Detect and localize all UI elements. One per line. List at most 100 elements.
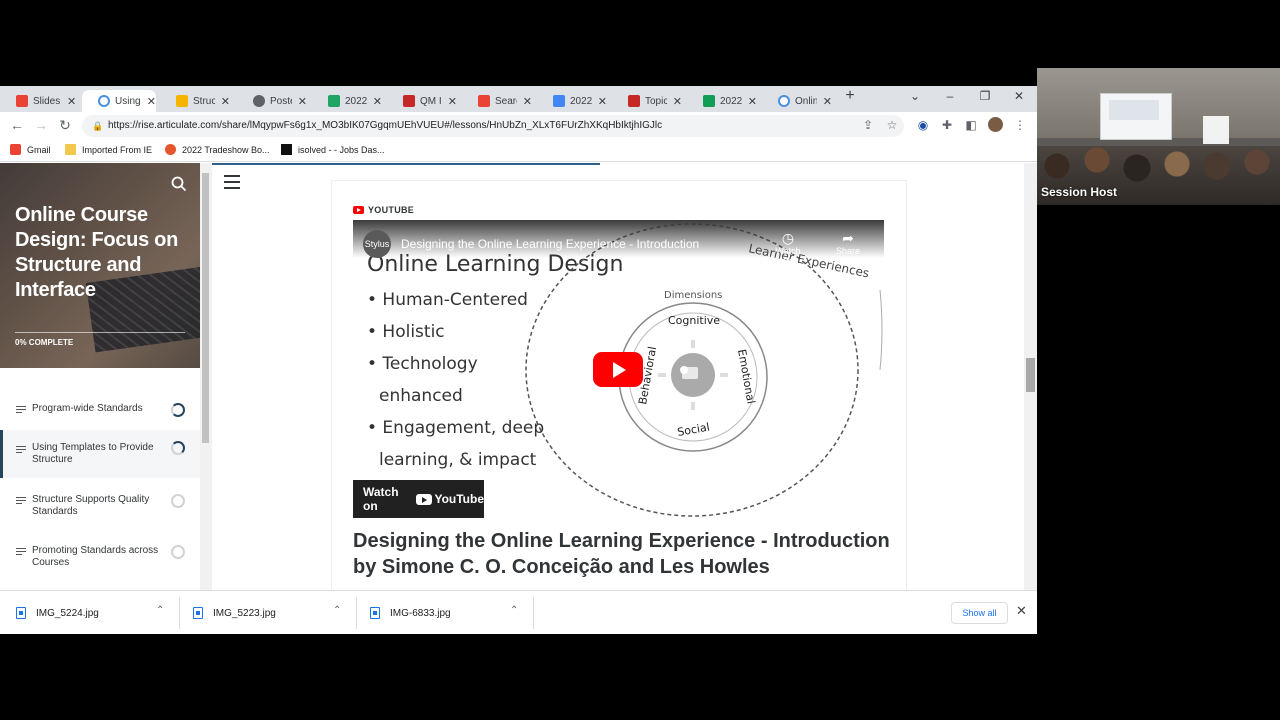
download-item[interactable]: IMG-6833.jpg ⌃ — [370, 591, 530, 634]
course-hero: Online Course Design: Focus on Structure… — [0, 163, 200, 368]
bookmark-star-icon[interactable]: ☆ — [884, 118, 900, 132]
close-tab-icon[interactable]: ✕ — [373, 95, 382, 108]
tab-search[interactable]: Search✕ — [462, 90, 532, 112]
download-item[interactable]: IMG_5223.jpg ⌃ — [193, 591, 353, 634]
close-window-icon[interactable]: ✕ — [1009, 89, 1029, 103]
lesson-list-icon — [16, 406, 26, 415]
extensions-puzzle-icon[interactable]: ✚ — [939, 118, 955, 132]
course-progress-text: 0% COMPLETE — [15, 338, 74, 347]
watch-later-button[interactable]: ◷ Watch later — [768, 230, 808, 266]
tab-structu[interactable]: Structu✕ — [160, 90, 230, 112]
bookmark-gmail[interactable]: Gmail — [10, 144, 51, 155]
chevron-up-icon[interactable]: ⌃ — [333, 605, 341, 616]
lesson-progress-ring-icon — [171, 545, 185, 559]
clock-icon: ◷ — [781, 230, 795, 246]
tab-slides[interactable]: Slides ✕ — [0, 90, 77, 112]
video-title[interactable]: Designing the Online Learning Experience… — [401, 237, 699, 251]
profile-avatar[interactable] — [987, 117, 1003, 135]
sheets-icon — [703, 95, 715, 107]
menu-kebab-icon[interactable]: ⋮ — [1012, 118, 1028, 132]
tab-topics[interactable]: Topics✕ — [612, 90, 682, 112]
browser-toolbar: ← → ↻ 🔒 https://rise.articulate.com/shar… — [0, 112, 1037, 140]
menu-hamburger-icon[interactable] — [224, 175, 240, 193]
lesson-progress-ring-icon — [171, 403, 185, 417]
slides-icon — [176, 95, 188, 107]
bookmark-imported-from-ie[interactable]: Imported From IE — [65, 144, 152, 155]
diagram-dimensions-label: Dimensions — [664, 290, 722, 301]
tab-2022-c[interactable]: 2022 C✕ — [312, 90, 382, 112]
gmail-icon — [10, 144, 21, 155]
lesson-program-wide-standards[interactable]: Program-wide Standards — [0, 403, 200, 421]
forward-icon[interactable]: → — [32, 117, 50, 133]
image-file-icon — [370, 607, 380, 619]
bookmarks-bar: Gmail Imported From IE 2022 Tradeshow Bo… — [0, 140, 1037, 162]
tab-2022-c-sheet[interactable]: 2022 C✕ — [687, 90, 757, 112]
search-icon[interactable] — [170, 175, 188, 193]
lesson-using-templates[interactable]: Using Templates to Provide Structure — [0, 430, 200, 478]
lesson-progress-bar — [212, 163, 600, 165]
tab-strip: Slides✕ Using✕ Structu✕ Poster✕ 2022 C✕ … — [0, 86, 1037, 112]
tab-poster[interactable]: Poster✕ — [237, 90, 307, 112]
lesson-progress-ring-icon — [171, 441, 185, 455]
close-tab-icon[interactable]: ✕ — [748, 95, 757, 108]
close-tab-icon[interactable]: ✕ — [823, 95, 832, 108]
docs-icon — [553, 95, 565, 107]
course-sidebar: Online Course Design: Focus on Structure… — [0, 163, 200, 590]
lesson-list-icon — [16, 497, 26, 506]
side-panel-icon[interactable]: ◧ — [963, 118, 979, 132]
whiteboard — [1203, 116, 1229, 144]
close-tab-icon[interactable]: ✕ — [67, 95, 76, 108]
course-title: Online Course Design: Focus on Structure… — [15, 204, 178, 301]
restore-icon[interactable]: ❐ — [975, 89, 995, 103]
tab-online[interactable]: Online✕ — [762, 90, 832, 112]
back-icon[interactable]: ← — [8, 117, 26, 133]
gmail-icon — [478, 95, 490, 107]
folder-icon — [65, 144, 76, 155]
sidebar-scrollbar-thumb[interactable] — [202, 173, 209, 443]
bookmark-isolved[interactable]: isolved - - Jobs Das... — [281, 144, 385, 155]
video-embed[interactable]: Online Learning Design • Human-Centered … — [353, 220, 884, 518]
tab-2022-a[interactable]: 2022 A✕ — [537, 90, 607, 112]
show-all-downloads-button[interactable]: Show all — [951, 602, 1008, 624]
watch-on-youtube-button[interactable]: Watch on YouTube — [353, 480, 484, 518]
tab-search-chevron-icon[interactable]: ⌄ — [905, 89, 925, 103]
close-tab-icon[interactable]: ✕ — [523, 95, 532, 108]
lesson-promoting-standards[interactable]: Promoting Standards across Courses — [0, 545, 200, 571]
bookmark-tradeshow[interactable]: 2022 Tradeshow Bo... — [165, 144, 270, 155]
address-bar[interactable]: 🔒 https://rise.articulate.com/share/lMqy… — [82, 115, 904, 137]
reload-icon[interactable]: ↻ — [56, 117, 74, 134]
close-tab-icon[interactable]: ✕ — [221, 95, 230, 108]
chevron-up-icon[interactable]: ⌃ — [156, 605, 164, 616]
minimize-icon[interactable]: – — [940, 89, 960, 103]
url-text: https://rise.articulate.com/share/lMqypw… — [108, 120, 663, 131]
download-item[interactable]: IMG_5224.jpg ⌃ — [16, 591, 176, 634]
close-tab-icon[interactable]: ✕ — [598, 95, 607, 108]
projector-screen — [1100, 93, 1172, 140]
extension-circle-icon[interactable]: ◉ — [915, 118, 931, 132]
close-icon[interactable]: ✕ — [1016, 603, 1027, 619]
page-scrollbar-thumb[interactable] — [1026, 358, 1035, 392]
lesson-progress-ring-icon — [171, 494, 185, 508]
lesson-structure-supports[interactable]: Structure Supports Quality Standards — [0, 494, 200, 520]
video-caption: Designing the Online Learning Experience… — [353, 530, 890, 578]
play-icon[interactable] — [593, 352, 643, 387]
globe-icon — [253, 95, 265, 107]
webcam-label: Session Host — [1041, 185, 1118, 199]
new-tab-button[interactable]: + — [840, 87, 860, 105]
qm-icon — [628, 95, 640, 107]
lesson-list-icon — [16, 548, 26, 557]
close-tab-icon[interactable]: ✕ — [448, 95, 457, 108]
channel-logo[interactable]: Stylus — [363, 230, 391, 258]
close-tab-icon[interactable]: ✕ — [298, 95, 307, 108]
slide-bullet: • Holistic — [367, 322, 445, 342]
tab-qm[interactable]: QM In✕ — [387, 90, 457, 112]
slide-bullet: learning, & impact — [379, 450, 537, 470]
close-tab-icon[interactable]: ✕ — [673, 95, 682, 108]
chevron-up-icon[interactable]: ⌃ — [510, 605, 518, 616]
share-icon[interactable]: ⇪ — [860, 118, 876, 132]
close-tab-icon[interactable]: ✕ — [147, 95, 156, 108]
share-video-button[interactable]: ➦ Share — [828, 230, 868, 256]
tab-using[interactable]: Using ✕ — [82, 90, 156, 112]
isolved-icon — [281, 144, 292, 155]
dimension-cognitive: Cognitive — [668, 314, 720, 327]
